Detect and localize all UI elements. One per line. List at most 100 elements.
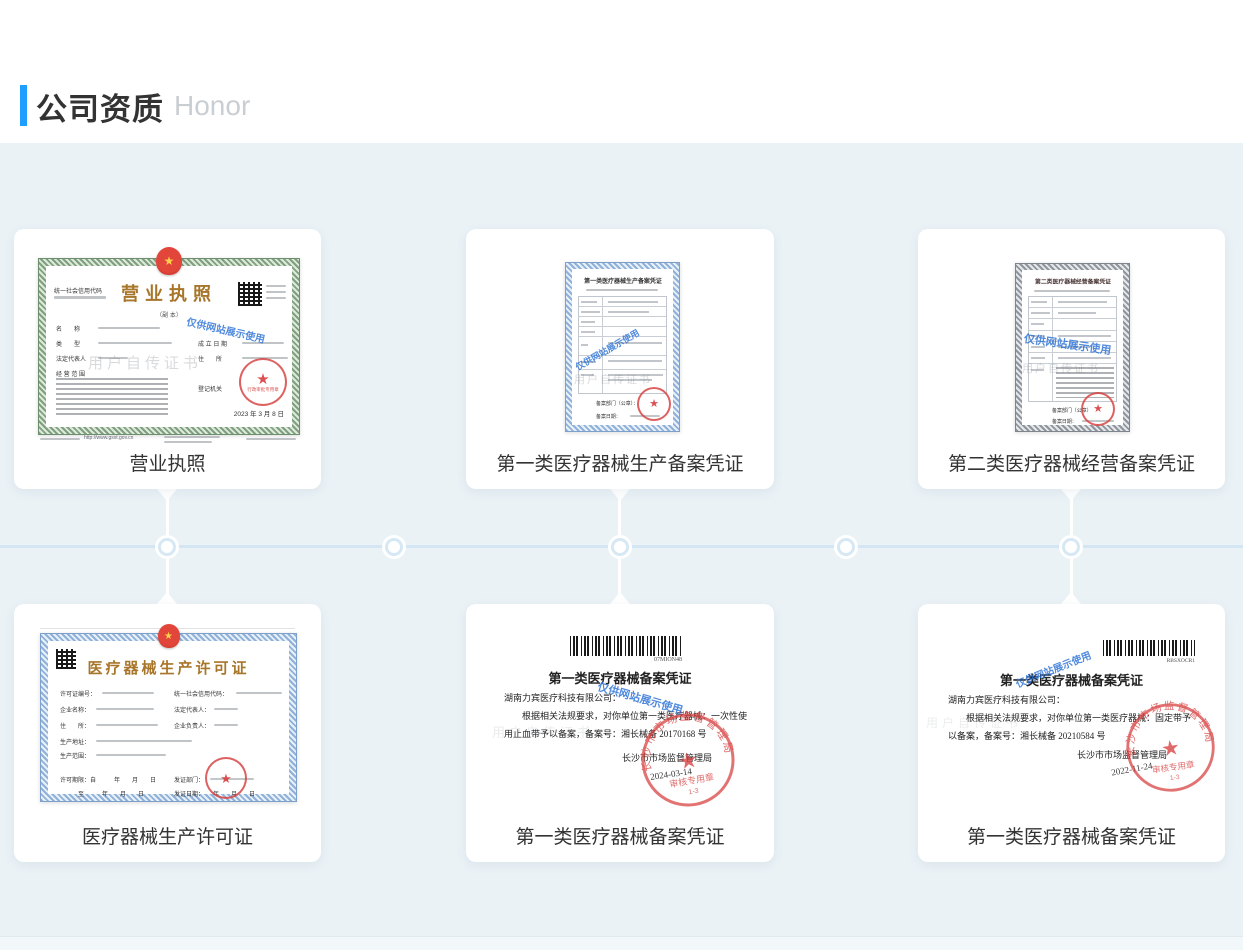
- svg-text:★: ★: [1160, 736, 1182, 761]
- record-no-line: [586, 289, 658, 291]
- license-url: http://www.gsxt.gov.cn: [84, 435, 133, 441]
- prod-record-image: 第一类医疗器械生产备案凭证 仅供网站展示使用 用户自传证书 备案部门（公章）：: [565, 262, 680, 432]
- certificate-card-record-2024[interactable]: 07MION48 第一类医疗器械备案凭证 湖南力宾医疗科技有限公司： 根据相关法…: [466, 604, 774, 862]
- qr-side-text: [266, 291, 286, 293]
- qr-code: [56, 649, 76, 669]
- company-label: 企业名称：: [60, 705, 90, 714]
- business-license-subtitle: （副 本）: [156, 310, 182, 319]
- business-license-image: ★ 统一社会信用代码 营业执照 （副 本） 名 称 类 型 法定代表人: [38, 258, 300, 435]
- national-emblem-icon: ★: [156, 247, 182, 275]
- seal-label-text: 审核专用章: [1151, 758, 1195, 775]
- barcode: [1103, 640, 1195, 656]
- section-title-cn: 公司资质: [36, 84, 164, 129]
- license-no-label: 许可证编号：: [60, 689, 96, 698]
- timeline-node: [158, 538, 176, 556]
- card-caption: 医疗器械生产许可证: [14, 822, 321, 849]
- company-value: [96, 708, 154, 710]
- registrar-label: 登记机关: [198, 384, 222, 393]
- record-date-line: 备案日期：: [1052, 417, 1077, 424]
- field-scope-label: 经 营 范 围: [56, 369, 85, 378]
- timeline-node: [1062, 538, 1080, 556]
- red-seal: 长沙市市场监督管理局 ★ 审核专用章 1-3: [630, 702, 746, 818]
- svg-text:★: ★: [676, 746, 700, 774]
- page: 公司资质 Honor ★ 统一社会信用代码 营业执照: [0, 0, 1243, 950]
- qr-side-text: [266, 285, 286, 287]
- field-type-label: 类 型: [56, 339, 80, 348]
- certificate-card-record-2022[interactable]: RBSXOCR1 第一类医疗器械备案凭证 湖南力宾医疗科技有限公司： 根据相关法…: [918, 604, 1225, 862]
- prod-record-title: 第一类医疗器械生产备案凭证: [584, 275, 662, 284]
- valid-to-label: 至 年 月 日: [78, 789, 144, 798]
- record-title: 第一类医疗器械备案凭证: [918, 670, 1225, 689]
- red-seal: ★ 行政审批专用章: [239, 358, 287, 406]
- connector-arrow-up: [1061, 592, 1081, 604]
- issue-dept-label: 发证部门：: [174, 775, 204, 784]
- timeline-node: [385, 538, 403, 556]
- certificate-card-prod-record[interactable]: 第一类医疗器械生产备案凭证 仅供网站展示使用 用户自传证书 备案部门（公章）：: [466, 229, 774, 489]
- watermark-user-cert: 用户自传证书: [492, 722, 594, 741]
- timeline-node: [611, 538, 629, 556]
- seal-number-text: 1-3: [688, 788, 699, 797]
- record-no-line: [1034, 290, 1110, 292]
- prod-scope-value: [96, 754, 166, 756]
- watermark-user-cert: 用户自传证书: [1022, 360, 1100, 376]
- section-title-en: Honor: [174, 90, 250, 122]
- seal-text: 行政审批专用章: [247, 387, 279, 392]
- watermark-user-cert: 用户自传证书: [88, 352, 202, 373]
- connector-arrow-down: [1061, 489, 1081, 501]
- credit-code-label: 统一社会信用代码：: [174, 689, 228, 698]
- field-type-value: [98, 342, 172, 344]
- trade-record-title: 第二类医疗器械经营备案凭证: [1034, 277, 1110, 286]
- qr-code: [238, 282, 262, 306]
- prod-scope-label: 生产范围：: [60, 751, 90, 760]
- barcode: [570, 636, 682, 656]
- watermark-user-cert: 用户自传证书: [574, 371, 652, 387]
- timeline-node: [837, 538, 855, 556]
- prod-license-image: ★ 医疗器械生产许可证 许可证编号： 统一社会信用代码： 企业名称： 法定代表人…: [40, 633, 297, 802]
- section-title: 公司资质 Honor: [36, 84, 250, 128]
- connector-arrow-down: [157, 489, 177, 501]
- card-caption: 第一类医疗器械备案凭证: [918, 822, 1225, 849]
- certificate-card-prod-license[interactable]: ★ 医疗器械生产许可证 许可证编号： 统一社会信用代码： 企业名称： 法定代表人…: [14, 604, 321, 862]
- footnote-text: [164, 441, 212, 443]
- seal-label-text: 审核专用章: [668, 771, 714, 790]
- license-no-value: [102, 692, 154, 694]
- barcode-text: 07MION48: [570, 657, 682, 663]
- accent-bar: [20, 85, 27, 126]
- red-seal: 长沙市市场监督管理局 ★ 审核专用章 1-3: [1117, 694, 1224, 801]
- red-seal: ★: [1081, 392, 1115, 426]
- connector-arrow-down: [610, 489, 630, 501]
- honor-section: ★ 统一社会信用代码 营业执照 （副 本） 名 称 类 型 法定代表人: [0, 143, 1243, 950]
- footnote-text: [40, 438, 80, 440]
- qr-side-text: [266, 297, 286, 299]
- watermark-user-cert: 用户自传证书: [926, 714, 1022, 731]
- business-license-title: 营业执照: [121, 280, 217, 306]
- prod-license-title: 医疗器械生产许可证: [87, 657, 249, 678]
- field-name-label: 名 称: [56, 324, 80, 333]
- record-dept-line: 备案部门（公章）：: [596, 399, 638, 406]
- field-legal-label: 法定代表人: [56, 354, 86, 363]
- record-addressee: 湖南力宾医疗科技有限公司：: [948, 693, 1065, 706]
- address-label: 住 所：: [60, 721, 90, 730]
- field-scope-value: [56, 378, 168, 418]
- card-caption: 第二类医疗器械经营备案凭证: [918, 449, 1225, 476]
- connector-arrow-up: [610, 592, 630, 604]
- legal-rep-label: 法定代表人：: [174, 705, 210, 714]
- license-date: 2023 年 3 月 8 日: [234, 408, 284, 418]
- credit-code-value: [54, 296, 106, 299]
- card-caption: 营业执照: [14, 449, 321, 476]
- certificate-card-trade-record[interactable]: 第二类医疗器械经营备案凭证 仅供网站展示使用 用户自传证书 备案部门（公章）: [918, 229, 1225, 489]
- field-name-value: [98, 327, 160, 329]
- seal-number-text: 1-3: [1170, 774, 1181, 782]
- manager-value: [214, 724, 238, 726]
- section-header: 公司资质 Honor: [0, 0, 1243, 143]
- card-caption: 第一类医疗器械生产备案凭证: [466, 449, 774, 476]
- certificate-card-business-license[interactable]: ★ 统一社会信用代码 营业执照 （副 本） 名 称 类 型 法定代表人: [14, 229, 321, 489]
- barcode-text: RBSXOCR1: [1103, 658, 1195, 664]
- card-caption: 第一类医疗器械备案凭证: [466, 822, 774, 849]
- footnote-text: [164, 436, 220, 438]
- prod-address-value: [96, 740, 192, 742]
- address-value: [96, 724, 158, 726]
- credit-code-label: 统一社会信用代码: [54, 286, 102, 295]
- record-date-line: 备案日期：: [596, 412, 621, 419]
- valid-from-label: 许可期限：自 年 月 日: [60, 775, 156, 784]
